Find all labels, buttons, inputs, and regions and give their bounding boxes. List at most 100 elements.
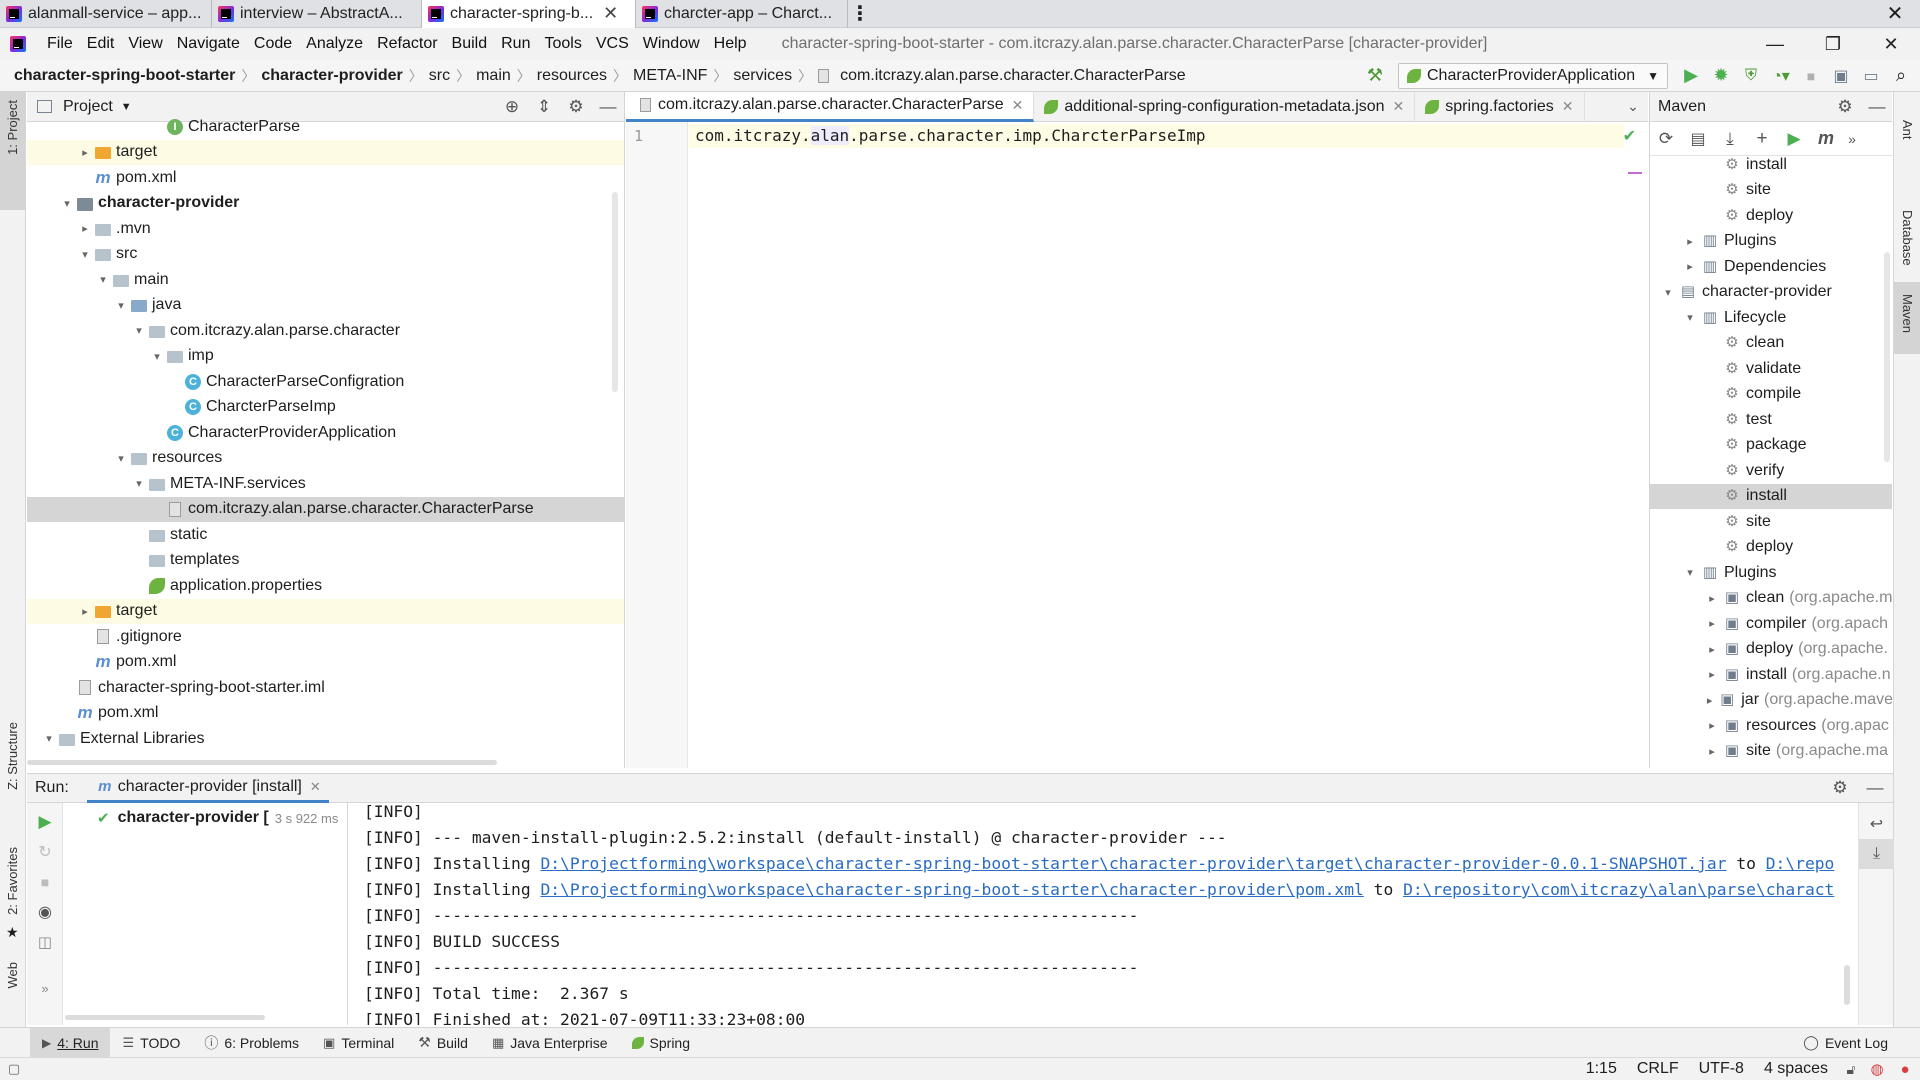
console-file-link[interactable]: D:\repo xyxy=(1766,854,1835,873)
tree-item[interactable]: ▾ imp xyxy=(27,344,624,369)
maven-tree-item[interactable]: ▸ ▥ Dependencies xyxy=(1650,254,1892,279)
maven-goal[interactable]: ⚙ install xyxy=(1650,483,1892,509)
debug-icon[interactable]: ✹ xyxy=(1706,62,1736,90)
expand-icon[interactable]: » xyxy=(27,973,63,1003)
restore-icon[interactable]: ❐ xyxy=(1804,28,1862,60)
menu-analyze[interactable]: Analyze xyxy=(299,35,370,53)
stop-icon[interactable]: ■ xyxy=(1796,62,1826,90)
scrollbar[interactable] xyxy=(1884,252,1890,462)
dropdown-arrow-icon[interactable]: ▼ xyxy=(121,101,132,113)
breadcrumb-item[interactable]: character-spring-boot-starter xyxy=(10,67,239,85)
soft-wrap-icon[interactable]: ↩ xyxy=(1859,809,1894,839)
tree-item[interactable]: ▸ target xyxy=(27,598,624,624)
chevron-right-icon[interactable]: ▸ xyxy=(1704,592,1720,605)
panel-toggle-icon[interactable]: ▢ xyxy=(0,1061,28,1077)
chevron-down-icon[interactable]: ▾ xyxy=(95,273,111,286)
chevron-down-icon[interactable]: ▾ xyxy=(131,324,147,337)
breadcrumb-item[interactable]: services xyxy=(729,67,796,85)
tree-item[interactable]: ▾ External Libraries xyxy=(27,726,624,751)
file-encoding[interactable]: UTF-8 xyxy=(1689,1060,1754,1078)
maven-tree-item[interactable]: ▾ ▥ Lifecycle xyxy=(1650,305,1892,330)
chevron-down-icon[interactable]: ▾ xyxy=(113,299,129,312)
close-tab-icon[interactable]: ✕ xyxy=(310,779,321,795)
indent-setting[interactable]: 4 spaces xyxy=(1754,1060,1838,1078)
chevron-right-icon[interactable]: ▸ xyxy=(77,222,93,235)
maven-tree-item[interactable]: ▸ ▣ jar (org.apache.mave xyxy=(1650,688,1892,713)
search-icon[interactable]: ⌕ xyxy=(1886,62,1916,90)
tree-item[interactable]: character-spring-boot-starter.iml xyxy=(27,675,624,700)
chevron-down-icon[interactable]: ▾ xyxy=(149,350,165,363)
tool-spring[interactable]: Spring xyxy=(620,1028,702,1058)
project-tool-button[interactable]: 1: Project xyxy=(0,92,26,210)
maven-tree-item[interactable]: ▸ ▣ install (org.apache.n xyxy=(1650,662,1892,687)
horizontal-scrollbar[interactable] xyxy=(65,1015,265,1020)
memory-indicator-icon[interactable]: ◍ xyxy=(1864,1060,1890,1078)
maven-tree-item[interactable]: ▸ ▣ compiler (org.apach xyxy=(1650,611,1892,636)
menu-vcs[interactable]: VCS xyxy=(589,35,636,53)
coverage-icon[interactable]: ⛨ xyxy=(1736,62,1766,90)
add-icon[interactable]: + xyxy=(1746,128,1778,150)
code-line[interactable]: com.itcrazy.alan.parse.character.imp.Cha… xyxy=(689,124,1624,148)
run-icon[interactable]: ▶ xyxy=(1778,129,1810,149)
window-tab-character-spring[interactable]: character-spring-b... ✕ xyxy=(422,0,636,28)
caret-position[interactable]: 1:15 xyxy=(1576,1060,1627,1078)
breadcrumb-item[interactable]: character-provider xyxy=(257,67,406,85)
chevron-down-icon[interactable]: ▾ xyxy=(1682,566,1698,579)
download-icon[interactable]: ⤓ xyxy=(1714,129,1746,149)
tree-item[interactable]: static xyxy=(27,522,624,547)
tool-java-enterprise[interactable]: ▦ Java Enterprise xyxy=(480,1028,620,1058)
web-tool-label[interactable]: Web xyxy=(5,962,20,989)
chevron-right-icon[interactable]: ▸ xyxy=(1704,668,1720,681)
horizontal-scrollbar[interactable] xyxy=(27,760,497,765)
eye-icon[interactable]: ◉ xyxy=(27,897,63,927)
menu-refactor[interactable]: Refactor xyxy=(370,35,444,53)
stop-icon[interactable]: ■ xyxy=(27,867,63,897)
window-tab-interview[interactable]: interview – AbstractA... xyxy=(212,0,422,28)
tree-item[interactable]: ▾ resources xyxy=(27,446,624,471)
chevron-down-icon[interactable]: ▾ xyxy=(1682,311,1698,324)
structure-tool-label[interactable]: Z: Structure xyxy=(5,722,20,790)
maven-goal[interactable]: ⚙ deploy xyxy=(1650,203,1892,228)
chevron-right-icon[interactable]: ▸ xyxy=(77,146,93,159)
error-stripe-mark[interactable] xyxy=(1628,172,1642,174)
maven-tree-item[interactable]: ▾ ▥ Plugins xyxy=(1650,560,1892,585)
maven-tree-item[interactable]: ▾ ▤ character-provider xyxy=(1650,280,1892,305)
line-separator[interactable]: CRLF xyxy=(1627,1060,1689,1078)
tree-item[interactable]: ▾ main xyxy=(27,267,624,292)
tree-item[interactable]: I CharacterParse xyxy=(27,114,624,139)
close-tab-icon[interactable]: ✕ xyxy=(1012,97,1024,114)
tree-item[interactable]: ▾ com.itcrazy.alan.parse.character xyxy=(27,318,624,343)
rerun-failed-icon[interactable]: ↻ xyxy=(27,837,63,867)
menu-tools[interactable]: Tools xyxy=(537,35,588,53)
scroll-to-end-icon[interactable]: ⤓ xyxy=(1859,839,1894,869)
maven-tree-item[interactable]: ▸ ▣ site (org.apache.ma xyxy=(1650,739,1892,764)
breadcrumb-item[interactable]: com.itcrazy.alan.parse.character.Charact… xyxy=(836,67,1190,85)
tool-run[interactable]: ▶ 4: Run xyxy=(30,1027,111,1058)
build-hammer-icon[interactable]: ⚒ xyxy=(1360,62,1390,90)
maven-goal[interactable]: ⚙ verify xyxy=(1650,458,1892,483)
maven-goal[interactable]: ⚙ clean xyxy=(1650,331,1892,356)
database-tool-label[interactable]: Database xyxy=(1900,210,1915,266)
breadcrumb-item[interactable]: META-INF xyxy=(629,67,711,85)
console-output[interactable]: [INFO] [INFO] --- maven-install-plugin:2.… xyxy=(348,803,1858,1025)
menu-edit[interactable]: Edit xyxy=(80,35,122,53)
maven-goal[interactable]: ⚙ site xyxy=(1650,509,1892,534)
menu-build[interactable]: Build xyxy=(445,35,495,53)
project-panel-title[interactable]: Project xyxy=(63,98,113,116)
tool-event-log[interactable]: ◯ Event Log xyxy=(1791,1028,1900,1058)
chevron-right-icon[interactable]: ▸ xyxy=(1704,643,1720,656)
menu-view[interactable]: View xyxy=(121,35,169,53)
hide-panel-icon[interactable]: — xyxy=(1857,778,1893,798)
gear-icon[interactable]: ⚙ xyxy=(1828,97,1862,117)
maven-goal[interactable]: ⚙ site xyxy=(1650,178,1892,203)
window-tab-charcter-app[interactable]: charcter-app – Charct... xyxy=(636,0,848,28)
tree-item[interactable]: C CharacterProviderApplication xyxy=(27,420,624,445)
favorites-tool-label[interactable]: 2: Favorites xyxy=(5,847,20,915)
chevron-down-icon[interactable]: ▾ xyxy=(1660,286,1676,299)
chevron-down-icon[interactable]: ▾ xyxy=(77,248,93,261)
scrollbar[interactable] xyxy=(1844,965,1850,1005)
camera-icon[interactable]: ◫ xyxy=(27,927,63,957)
chevron-right-icon[interactable]: ▸ xyxy=(1704,719,1720,732)
close-tab-icon[interactable]: ✕ xyxy=(603,3,618,24)
hide-panel-icon[interactable]: — xyxy=(1862,97,1892,117)
